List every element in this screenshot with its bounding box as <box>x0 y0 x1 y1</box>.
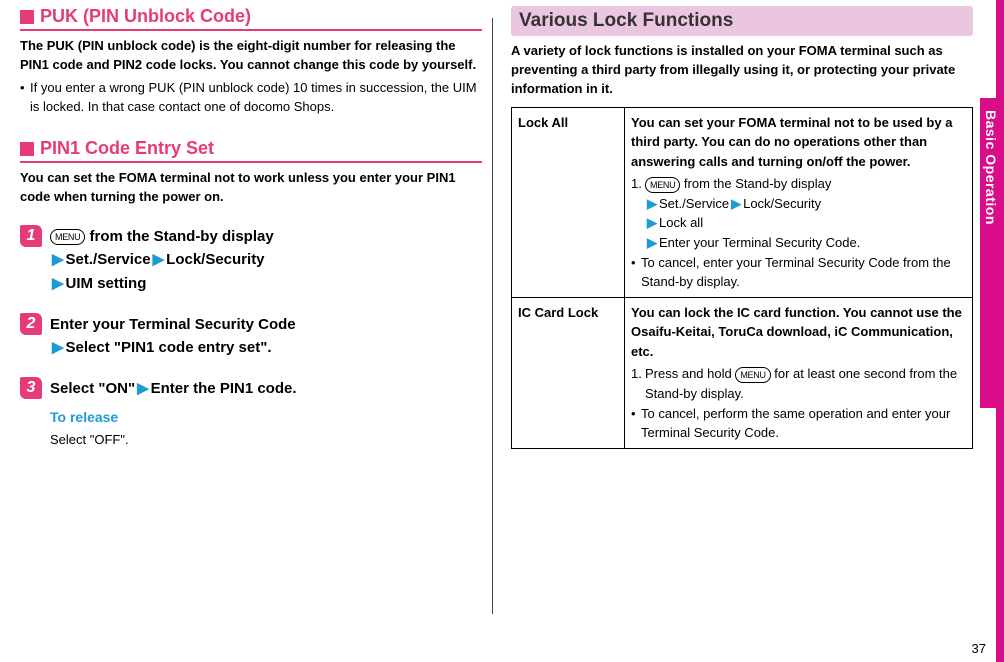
puk-intro: The PUK (PIN unblock code) is the eight-… <box>20 37 482 75</box>
menu-key-icon: MENU <box>645 177 680 193</box>
lockall-label: Lock All <box>512 107 625 297</box>
lockall-step-text: MENU from the Stand-by display ▶Set./Ser… <box>645 174 966 252</box>
step-2-badge: 2 <box>20 313 42 335</box>
menu-key-icon: MENU <box>735 367 770 383</box>
iccard-cell: You can lock the IC card function. You c… <box>625 297 973 448</box>
pin1-heading: PIN1 Code Entry Set <box>20 138 482 163</box>
puk-bullet-text: If you enter a wrong PUK (PIN unblock co… <box>30 79 482 117</box>
step1-c: Lock/Security <box>166 251 264 268</box>
lockall-cell: You can set your FOMA terminal not to be… <box>625 107 973 297</box>
triangle-icon: ▶ <box>729 196 743 211</box>
step-3-body: Select "ON"▶Enter the PIN1 code. To rele… <box>50 377 482 450</box>
iccard-desc: You can lock the IC card function. You c… <box>631 303 966 362</box>
triangle-icon: ▶ <box>645 196 659 211</box>
step-1-badge: 1 <box>20 225 42 247</box>
step3-b: Enter the PIN1 code. <box>151 380 297 397</box>
triangle-icon: ▶ <box>50 251 66 268</box>
triangle-icon: ▶ <box>135 380 151 397</box>
lockall-step-d: Lock all <box>659 215 703 230</box>
pin1-heading-text: PIN1 Code Entry Set <box>40 138 214 159</box>
lock-intro: A variety of lock functions is installed… <box>511 42 973 99</box>
pin1-intro: You can set the FOMA terminal not to wor… <box>20 169 482 207</box>
triangle-icon: ▶ <box>645 215 659 230</box>
step-2-body: Enter your Terminal Security Code ▶Selec… <box>50 313 482 360</box>
puk-bullet: • If you enter a wrong PUK (PIN unblock … <box>20 79 482 117</box>
step-3-badge: 3 <box>20 377 42 399</box>
step1-a: from the Stand-by display <box>85 228 273 245</box>
iccard-step: 1. Press and hold MENU for at least one … <box>631 364 966 403</box>
table-row: IC Card Lock You can lock the IC card fu… <box>512 297 973 448</box>
sidebar-tab: Basic Operation <box>980 98 1004 408</box>
sidebar-label: Basic Operation <box>980 98 999 225</box>
step-1: 1 MENU from the Stand-by display ▶Set./S… <box>20 225 482 295</box>
lockall-step-b: Set./Service <box>659 196 729 211</box>
step-3: 3 Select "ON"▶Enter the PIN1 code. To re… <box>20 377 482 450</box>
lockall-desc: You can set your FOMA terminal not to be… <box>631 113 966 172</box>
menu-key-icon: MENU <box>50 229 85 245</box>
iccard-label: IC Card Lock <box>512 297 625 448</box>
lockall-cancel: • To cancel, enter your Terminal Securit… <box>631 254 966 292</box>
table-row: Lock All You can set your FOMA terminal … <box>512 107 973 297</box>
lockall-cancel-text: To cancel, enter your Terminal Security … <box>641 254 966 292</box>
step-number: 1. <box>631 364 645 403</box>
bullet-dot: • <box>631 254 641 292</box>
iccard-step-pre: Press and hold <box>645 366 735 381</box>
step3-release-label: To release <box>50 407 482 429</box>
lockall-step-c: Lock/Security <box>743 196 821 211</box>
triangle-icon: ▶ <box>151 251 167 268</box>
triangle-icon: ▶ <box>50 275 66 292</box>
step2-b: Select "PIN1 code entry set". <box>66 339 272 356</box>
step1-d: UIM setting <box>66 275 147 292</box>
step-number: 1. <box>631 174 645 252</box>
puk-heading: PUK (PIN Unblock Code) <box>20 6 482 31</box>
step2-a: Enter your Terminal Security Code <box>50 316 296 333</box>
step-2: 2 Enter your Terminal Security Code ▶Sel… <box>20 313 482 360</box>
page-number: 37 <box>972 641 986 656</box>
lockall-step: 1. MENU from the Stand-by display ▶Set./… <box>631 174 966 252</box>
lockall-step-pre: from the Stand-by display <box>680 176 831 191</box>
step3-a: Select "ON" <box>50 380 135 397</box>
section-title: Various Lock Functions <box>511 6 973 36</box>
triangle-icon: ▶ <box>50 339 66 356</box>
bullet-dot: • <box>20 79 30 117</box>
step-1-body: MENU from the Stand-by display ▶Set./Ser… <box>50 225 482 295</box>
step1-b: Set./Service <box>66 251 151 268</box>
puk-heading-text: PUK (PIN Unblock Code) <box>40 6 251 27</box>
lockall-step-e: Enter your Terminal Security Code. <box>659 235 860 250</box>
lock-table: Lock All You can set your FOMA terminal … <box>511 107 973 449</box>
iccard-cancel: • To cancel, perform the same operation … <box>631 405 966 443</box>
bullet-dot: • <box>631 405 641 443</box>
iccard-step-text: Press and hold MENU for at least one sec… <box>645 364 966 403</box>
step3-release-text: Select "OFF". <box>50 430 482 450</box>
triangle-icon: ▶ <box>645 235 659 250</box>
iccard-cancel-text: To cancel, perform the same operation an… <box>641 405 966 443</box>
